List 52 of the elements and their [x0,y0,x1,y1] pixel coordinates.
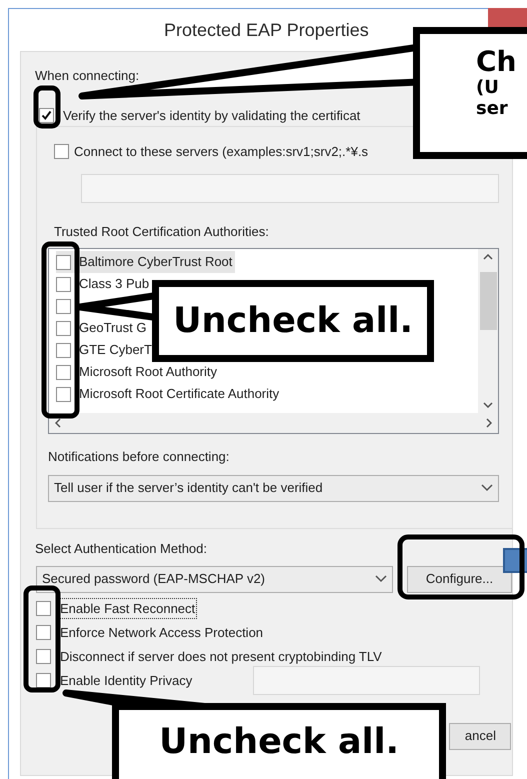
scrollbar-thumb[interactable] [480,272,496,330]
checkmark-icon [41,110,52,121]
checkbox[interactable] [36,601,51,616]
checkbox[interactable] [56,342,71,358]
highlight-frame [34,86,60,128]
checkbox[interactable] [56,386,71,402]
checkbox[interactable] [56,320,71,336]
chevron-down-icon [483,402,493,408]
checkbox[interactable] [36,673,51,688]
chevron-left-icon [55,418,61,428]
vertical-scrollbar[interactable] [478,249,498,413]
callout-text: (U [476,78,500,99]
chevron-right-icon [486,418,492,428]
checkbox-label: Enable Identity Privacy [59,672,194,690]
callout-text: ser [476,98,509,120]
checkbox[interactable] [56,276,71,292]
checkbox[interactable] [56,298,71,314]
chevron-down-icon [481,484,493,492]
list-item[interactable]: GTE CyberT [56,339,155,361]
auth-method-dropdown[interactable]: Secured password (EAP-MSCHAP v2) [36,566,393,592]
checkbox-label: Disconnect if server does not present cryptobinding TLV [59,648,383,666]
checkbox[interactable] [36,625,51,640]
cancel-button[interactable]: ancel [449,722,511,750]
checkbox-label: Enforce Network Access Protection [59,624,264,642]
checkbox[interactable] [36,649,51,664]
horizontal-scrollbar[interactable] [49,413,498,433]
notifications-dropdown[interactable]: Tell user if the server’s identity can't be verified [48,474,499,502]
list-item[interactable]: Microsoft Root Certificate Authority [56,383,282,405]
section-label: When connecting: [35,67,140,85]
list-item[interactable]: GeoTrust G [56,317,150,339]
callout-text: Uncheck all. [173,300,413,342]
list-item[interactable]: Baltimore CyberTrust Root [56,251,236,273]
checkbox-label: Verify the server's identity by validating the certificat [63,106,360,125]
servers-input-field[interactable] [81,174,499,202]
identity-input-field[interactable] [253,666,480,695]
chevron-down-icon [375,575,387,583]
checkbox[interactable] [56,364,71,380]
configure-button[interactable]: Configure... [407,566,512,592]
checkbox[interactable] [39,108,54,123]
checkbox-label: Connect to these servers (examples:srv1;srv2;.*¥.s [74,143,368,161]
chevron-up-icon [483,254,493,260]
checkbox[interactable] [54,144,69,160]
dropdown-label: Notifications before connecting: [48,448,230,466]
callout-text: Uncheck all. [159,722,399,762]
list-item[interactable]: Class 3 Pub [56,273,152,295]
window-title: Protected EAP Properties [164,18,369,42]
list-item[interactable]: Microsoft Root Authority [56,361,220,383]
checkbox-label: Enable Fast Reconnect [59,598,196,618]
list-label: Trusted Root Certification Authorities: [54,222,270,240]
checkbox[interactable] [56,254,71,270]
dropdown-label: Select Authentication Method: [35,540,208,558]
callout-text: Ch [476,46,518,78]
